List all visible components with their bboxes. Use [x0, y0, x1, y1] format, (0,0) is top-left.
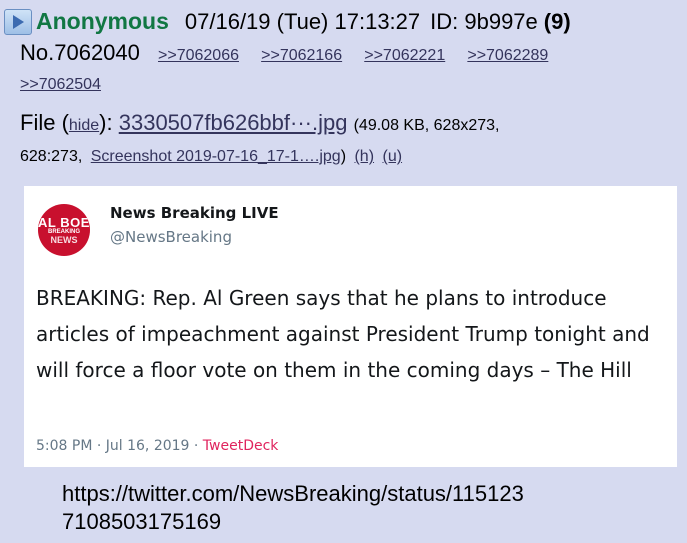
tweet-text: BREAKING: Rep. Al Green says that he pla… [36, 286, 650, 382]
tweet-time: 5:08 PM · Jul 16, 2019 · [36, 438, 203, 454]
file-resolution: 628:273, [20, 148, 83, 165]
tweet-handle: @NewsBreaking [110, 228, 232, 246]
file-name-link[interactable]: 3330507fb626bbf···.jpg [119, 110, 348, 135]
tweet-url-line: https://twitter.com/NewsBreaking/status/… [62, 481, 524, 506]
tweet-image[interactable]: AL BOE BREAKING NEWS News Breaking LIVE … [24, 186, 677, 467]
hide-link[interactable]: hide [69, 117, 99, 134]
post-number-line: No.7062040 >>7062066 >>7062166 >>7062221… [20, 40, 564, 66]
reply-link[interactable]: >>7062066 [158, 47, 239, 64]
avatar: AL BOE BREAKING NEWS [38, 204, 90, 256]
h-link[interactable]: (h) [354, 148, 374, 165]
post-number[interactable]: No.7062040 [20, 40, 140, 65]
file-close-colon: ): [99, 110, 113, 135]
u-link[interactable]: (u) [382, 148, 402, 165]
poster-name: Anonymous [36, 8, 169, 34]
tweet-meta: 5:08 PM · Jul 16, 2019 · TweetDeck [36, 438, 278, 454]
expand-arrow-icon[interactable] [4, 8, 32, 35]
post-count: (9) [543, 8, 571, 34]
tweet-url-line: 7108503175169 [62, 509, 222, 534]
post-datetime: 07/16/19 (Tue) 17:13:27 [184, 8, 421, 34]
reply-link[interactable]: >>7062166 [261, 47, 342, 64]
file-label: File [20, 110, 56, 135]
post-reply-line: >>7062504 [20, 76, 117, 94]
reply-link[interactable]: >>7062504 [20, 76, 101, 93]
reply-link[interactable]: >>7062289 [467, 47, 548, 64]
file-info-continued: 628:273, Screenshot 2019-07-16_17-1….jpg… [20, 148, 402, 166]
file-open-paren: ( [61, 110, 69, 135]
reply-link[interactable]: >>7062221 [364, 47, 445, 64]
post-container: Anonymous 07/16/19 (Tue) 17:13:27 ID: 9b… [0, 0, 687, 543]
tweet-display-name: News Breaking LIVE [110, 204, 279, 222]
file-close-paren: ) [340, 148, 347, 165]
avatar-text: AL BOE [38, 214, 90, 230]
file-size-info: (49.08 KB, 628x273, [353, 117, 500, 134]
tweet-source: TweetDeck [202, 438, 279, 454]
post-comment: https://twitter.com/NewsBreaking/status/… [62, 480, 524, 536]
poster-id[interactable]: ID: 9b997e [430, 9, 538, 35]
avatar-text: NEWS [50, 234, 78, 245]
file-info: File (hide): 3330507fb626bbf···.jpg (49.… [20, 110, 499, 136]
original-filename-link[interactable]: Screenshot 2019-07-16_17-1….jpg [91, 148, 341, 165]
post-header: Anonymous 07/16/19 (Tue) 17:13:27 ID: 9b… [4, 8, 571, 35]
